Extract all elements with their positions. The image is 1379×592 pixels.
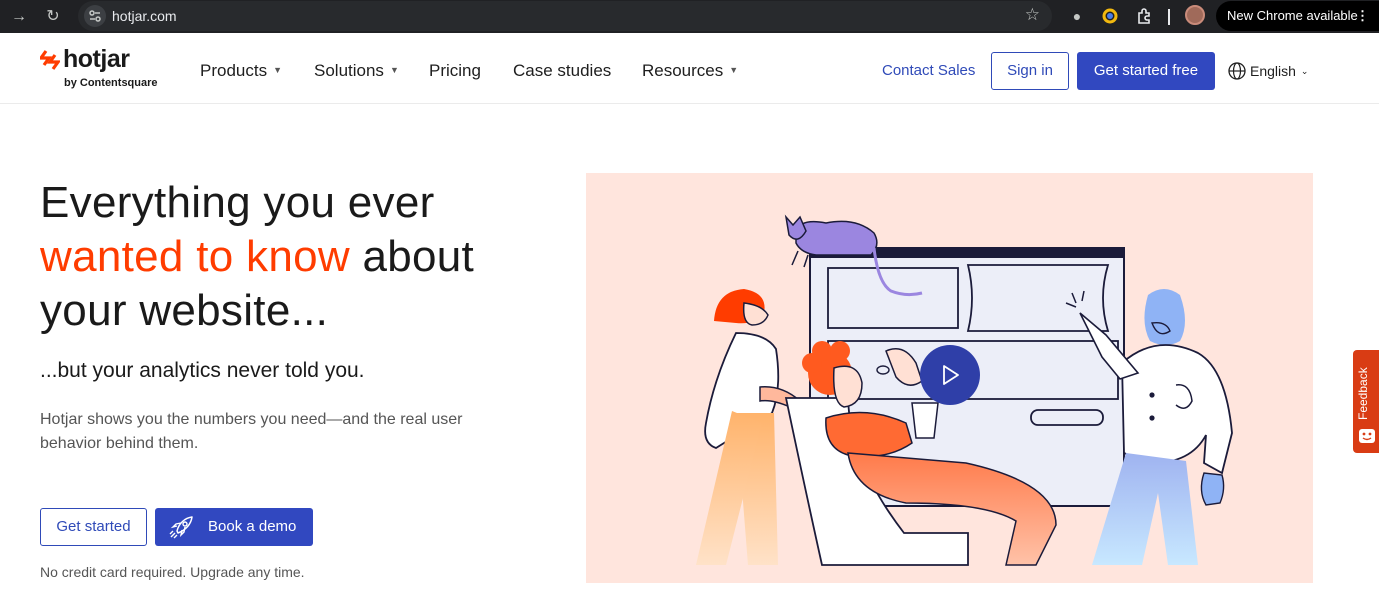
hero-description: Hotjar shows you the numbers you need—an… [40, 411, 463, 452]
profile-avatar[interactable] [1185, 5, 1205, 25]
nav-case-studies-label: Case studies [513, 61, 612, 80]
feedback-label: Feedback [1356, 367, 1370, 421]
hotjar-mark-icon [40, 50, 60, 70]
feedback-smiley-icon [1359, 429, 1375, 443]
nav-solutions[interactable]: Solutions ▼ [314, 61, 399, 81]
chevron-down-icon: ▼ [389, 65, 399, 75]
toolbar-divider [1168, 9, 1170, 25]
address-bar[interactable]: hotjar.com ☆ [78, 1, 1052, 31]
get-started-free-button[interactable]: Get started free [1077, 52, 1215, 90]
menu-dots-icon[interactable]: ⋮ [1356, 1, 1369, 31]
site-settings-icon[interactable] [84, 5, 106, 27]
nav-pricing[interactable]: Pricing [429, 61, 481, 81]
book-demo-button[interactable]: Book a demo [155, 508, 313, 546]
url-text[interactable]: hotjar.com [112, 8, 177, 24]
chrome-update-button[interactable]: New Chrome available ⋮ [1216, 1, 1379, 31]
hero-title-line1: Everything you ever [40, 178, 435, 227]
logo-wordmark: hotjar [63, 45, 130, 73]
feedback-tab[interactable]: Feedback [1353, 350, 1379, 453]
globe-icon [1228, 62, 1246, 80]
nav-pricing-label: Pricing [429, 61, 481, 80]
chevron-down-icon: ▼ [273, 65, 283, 75]
nav-resources[interactable]: Resources ▼ [642, 61, 738, 81]
hero-title-line3: your website... [40, 286, 329, 335]
update-label: New Chrome available [1227, 8, 1358, 23]
extension-icon[interactable]: ● [1067, 6, 1087, 26]
no-credit-card-note: No credit card required. Upgrade any tim… [40, 564, 305, 580]
back-arrow-icon[interactable]: → [8, 6, 30, 28]
hero-title: Everything you ever wanted to know about… [40, 176, 560, 338]
play-icon [943, 365, 959, 385]
logo-subtitle: by Contentsquare [64, 77, 158, 89]
nav-case-studies[interactable]: Case studies [513, 61, 611, 81]
nav-solutions-label: Solutions [314, 61, 384, 80]
site-header: hotjar by Contentsquare Products ▼ Soluti… [0, 37, 1379, 104]
extensions-puzzle-icon[interactable] [1135, 6, 1155, 26]
extension-color-icon[interactable] [1100, 6, 1120, 26]
reload-icon[interactable]: ↻ [42, 6, 64, 28]
rocket-icon [169, 516, 193, 539]
nav-products-label: Products [200, 61, 268, 80]
hero-title-accent: wanted to know [40, 232, 350, 281]
chevron-down-icon: ▼ [729, 65, 739, 75]
language-label: English [1250, 63, 1296, 79]
language-selector[interactable]: English ⌄ [1228, 62, 1308, 80]
nav-products[interactable]: Products ▼ [200, 61, 282, 81]
hero-title-after-accent: about [349, 232, 475, 281]
browser-toolbar: → ↻ hotjar.com ☆ ● New Chrome available … [0, 0, 1379, 33]
hero-tagline: ...but your analytics never told you. [40, 359, 365, 382]
nav-resources-label: Resources [642, 61, 724, 80]
sign-in-button[interactable]: Sign in [991, 52, 1069, 90]
chevron-down-icon: ⌄ [1300, 66, 1309, 76]
bookmark-star-icon[interactable]: ☆ [1025, 5, 1040, 25]
hotjar-logo[interactable]: hotjar by Contentsquare [40, 45, 180, 95]
get-started-button[interactable]: Get started [40, 508, 147, 546]
contact-sales-link[interactable]: Contact Sales [882, 62, 975, 79]
book-demo-label: Book a demo [208, 518, 297, 535]
play-video-button[interactable] [920, 345, 980, 405]
